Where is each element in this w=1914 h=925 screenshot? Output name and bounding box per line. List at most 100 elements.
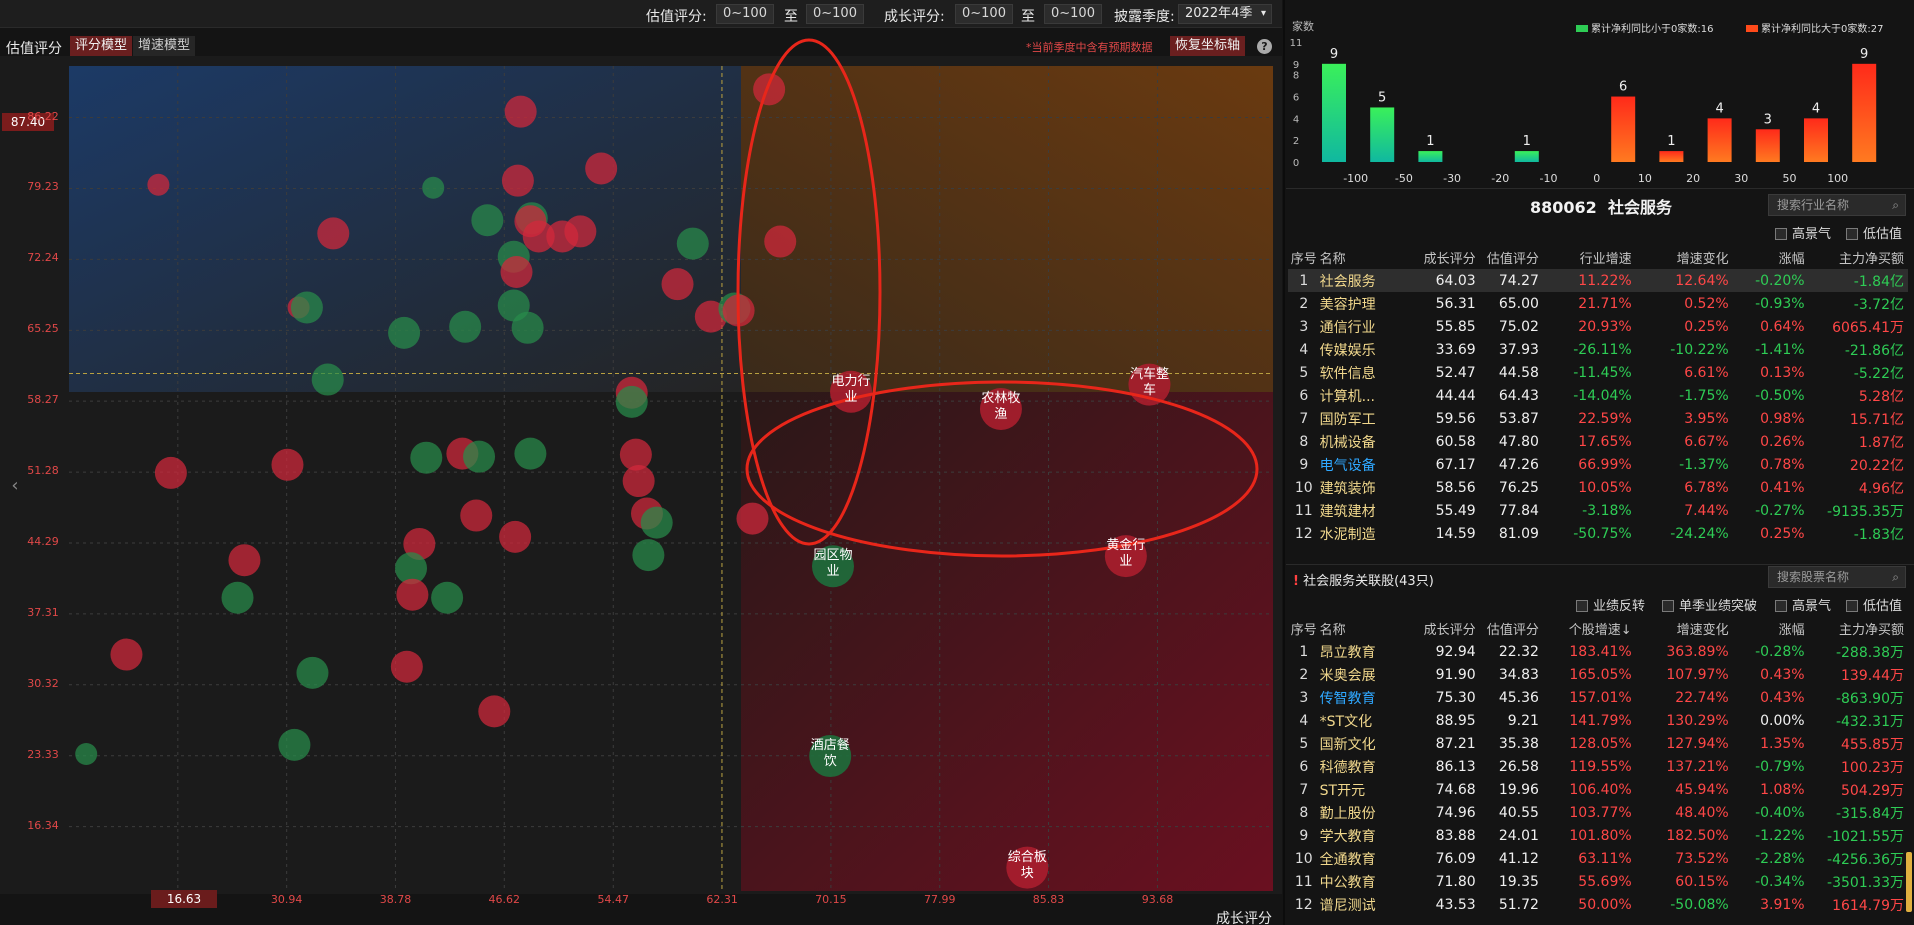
industry-check-low[interactable]: 低估值 xyxy=(1846,223,1902,242)
hist-bar[interactable] xyxy=(1418,151,1443,162)
industry-check-hot[interactable]: 高景气 xyxy=(1775,223,1831,242)
stock-check-break[interactable]: 单季业绩突破 xyxy=(1662,595,1757,614)
stock-bubble[interactable] xyxy=(511,311,544,344)
stock-bubble[interactable] xyxy=(278,728,311,761)
stock-bubble[interactable] xyxy=(514,437,547,470)
stock-check-reverse[interactable]: 业绩反转 xyxy=(1576,595,1645,614)
stock-bubble[interactable] xyxy=(753,73,786,106)
table-row[interactable]: 5 软件信息 52.47 44.58 -11.45% 6.61% 0.13% -5.22亿 xyxy=(1288,361,1908,384)
stock-bubble[interactable] xyxy=(449,310,482,343)
stock-bubble[interactable] xyxy=(522,220,555,253)
stock-bubble[interactable] xyxy=(676,227,709,260)
stock-bubble[interactable] xyxy=(422,176,445,199)
stock-bubble[interactable] xyxy=(463,440,496,473)
column-header[interactable]: 名称 xyxy=(1320,617,1406,640)
hist-bar[interactable] xyxy=(1707,118,1732,162)
table-row[interactable]: 5 国新文化 87.21 35.38 128.05% 127.94% 1.35% 455.85… xyxy=(1288,732,1908,755)
hist-bar[interactable] xyxy=(1659,151,1684,162)
table-row[interactable]: 9 电气设备 67.17 47.26 66.99% -1.37% 0.78% 20.22亿 xyxy=(1288,453,1908,476)
table-row[interactable]: 12 谱尼测试 43.53 51.72 50.00% -50.08% 3.91% 1614.7… xyxy=(1288,893,1908,916)
stock-bubble[interactable] xyxy=(478,695,511,728)
stock-bubble[interactable] xyxy=(228,544,261,577)
hist-bar[interactable] xyxy=(1852,63,1877,163)
table-row[interactable]: 7 ST开元 74.68 19.96 106.40% 45.94% 1.08% 504.29万 xyxy=(1288,778,1908,801)
column-header[interactable]: 成长评分 xyxy=(1406,617,1476,640)
hist-bar[interactable] xyxy=(1370,107,1395,162)
column-header[interactable]: 估值评分 xyxy=(1476,617,1539,640)
table-row[interactable]: 1 社会服务 64.03 74.27 11.22% 12.64% -0.20% -1.84亿 xyxy=(1288,269,1908,292)
column-header[interactable]: 涨幅 xyxy=(1729,246,1805,269)
column-header[interactable]: 序号 xyxy=(1288,246,1320,269)
stock-bubble[interactable] xyxy=(290,291,323,324)
table-row[interactable]: 3 传智教育 75.30 45.36 157.01% 22.74% 0.43% -863.90… xyxy=(1288,686,1908,709)
stock-bubble[interactable] xyxy=(640,506,673,539)
stock-bubble[interactable] xyxy=(147,173,170,196)
stock-bubble[interactable] xyxy=(221,581,254,614)
stock-bubble[interactable] xyxy=(661,268,694,301)
stock-bubble[interactable] xyxy=(271,448,304,481)
hist-bar[interactable] xyxy=(1755,129,1780,162)
column-header[interactable]: 行业增速 xyxy=(1539,246,1632,269)
table-row[interactable]: 7 国防军工 59.56 53.87 22.59% 3.95% 0.98% 15.71亿 xyxy=(1288,407,1908,430)
table-row[interactable]: 2 米奥会展 91.90 34.83 165.05% 107.97% 0.43% 139.44… xyxy=(1288,663,1908,686)
stock-bubble[interactable] xyxy=(500,255,533,288)
table-row[interactable]: 1 昂立教育 92.94 22.32 183.41% 363.89% -0.28% -288.… xyxy=(1288,640,1908,663)
table-row[interactable]: 6 科德教育 86.13 26.58 119.55% 137.21% -0.79% 100.2… xyxy=(1288,755,1908,778)
table-row[interactable]: 10 建筑装饰 58.56 76.25 10.05% 6.78% 0.41% 4.96亿 xyxy=(1288,476,1908,499)
chevron-left-icon[interactable]: ‹ xyxy=(6,474,24,498)
table-row[interactable]: 11 中公教育 71.80 19.35 55.69% 60.15% -0.34% -3501.… xyxy=(1288,870,1908,893)
stock-check-hot[interactable]: 高景气 xyxy=(1775,595,1831,614)
hist-bar[interactable] xyxy=(1322,63,1346,163)
stock-bubble[interactable] xyxy=(504,95,537,128)
column-header[interactable]: 序号 xyxy=(1288,617,1320,640)
stock-bubble[interactable] xyxy=(585,152,618,185)
stock-bubble[interactable] xyxy=(764,225,797,258)
scrollbar-thumb[interactable] xyxy=(1906,852,1912,912)
hist-bar[interactable] xyxy=(1611,96,1636,162)
column-header[interactable]: 成长评分 xyxy=(1406,246,1476,269)
stock-bubble[interactable] xyxy=(431,581,464,614)
table-row[interactable]: 2 美容护理 56.31 65.00 21.71% 0.52% -0.93% -3.72亿 xyxy=(1288,292,1908,315)
table-row[interactable]: 11 建筑建材 55.49 77.84 -3.18% 7.44% -0.27% -9135.3… xyxy=(1288,499,1908,522)
stock-bubble[interactable] xyxy=(410,441,443,474)
stock-bubble[interactable] xyxy=(396,578,429,611)
table-row[interactable]: 8 勤上股份 74.96 40.55 103.77% 48.40% -0.40% -315.8… xyxy=(1288,801,1908,824)
stock-bubble[interactable] xyxy=(632,539,665,572)
column-header[interactable]: 增速变化 xyxy=(1632,617,1729,640)
stock-bubble[interactable] xyxy=(564,215,597,248)
stock-bubble[interactable] xyxy=(499,520,532,553)
hist-bar[interactable] xyxy=(1804,118,1828,162)
table-row[interactable]: 8 机械设备 60.58 47.80 17.65% 6.67% 0.26% 1.87亿 xyxy=(1288,430,1908,453)
hist-bar[interactable] xyxy=(1514,151,1539,162)
column-header[interactable]: 涨幅 xyxy=(1729,617,1805,640)
stock-bubble[interactable] xyxy=(296,656,329,689)
table-row[interactable]: 10 全通教育 76.09 41.12 63.11% 73.52% -2.28% -4256.… xyxy=(1288,847,1908,870)
stock-bubble[interactable] xyxy=(622,465,655,498)
stock-bubble[interactable] xyxy=(501,164,534,197)
column-header[interactable]: 增速变化 xyxy=(1632,246,1729,269)
stock-bubble[interactable] xyxy=(460,499,493,532)
column-header[interactable]: 名称 xyxy=(1320,246,1406,269)
stock-bubble[interactable] xyxy=(110,638,143,671)
industry-search-input[interactable]: 搜索行业名称 ⌕ xyxy=(1768,194,1906,216)
table-row[interactable]: 4 传媒娱乐 33.69 37.93 -26.11% -10.22% -1.41% -21.8… xyxy=(1288,338,1908,361)
column-header[interactable]: 主力净买额 xyxy=(1805,617,1908,640)
table-row[interactable]: 4 *ST文化 88.95 9.21 141.79% 130.29% 0.00% -432.3… xyxy=(1288,709,1908,732)
stock-bubble[interactable] xyxy=(311,363,344,396)
stock-bubble[interactable] xyxy=(388,316,421,349)
column-header[interactable]: 主力净买额 xyxy=(1805,246,1908,269)
column-header[interactable]: 个股增速↓ xyxy=(1539,617,1632,640)
stock-bubble[interactable] xyxy=(615,385,648,418)
column-header[interactable]: 估值评分 xyxy=(1476,246,1539,269)
stock-bubble[interactable] xyxy=(317,217,350,250)
table-row[interactable]: 6 计算机... 44.44 64.43 -14.04% -1.75% -0.50% 5.28… xyxy=(1288,384,1908,407)
stock-bubble[interactable] xyxy=(75,743,98,766)
stock-bubble[interactable] xyxy=(471,204,504,237)
stock-bubble[interactable] xyxy=(390,650,423,683)
table-row[interactable]: 9 学大教育 83.88 24.01 101.80% 182.50% -1.22% -1021… xyxy=(1288,824,1908,847)
stock-search-input[interactable]: 搜索股票名称 ⌕ xyxy=(1768,566,1906,588)
stock-check-low[interactable]: 低估值 xyxy=(1846,595,1902,614)
table-row[interactable]: 3 通信行业 55.85 75.02 20.93% 0.25% 0.64% 6065.41万 xyxy=(1288,315,1908,338)
stock-bubble[interactable] xyxy=(154,456,187,489)
stock-bubble[interactable] xyxy=(736,502,769,535)
